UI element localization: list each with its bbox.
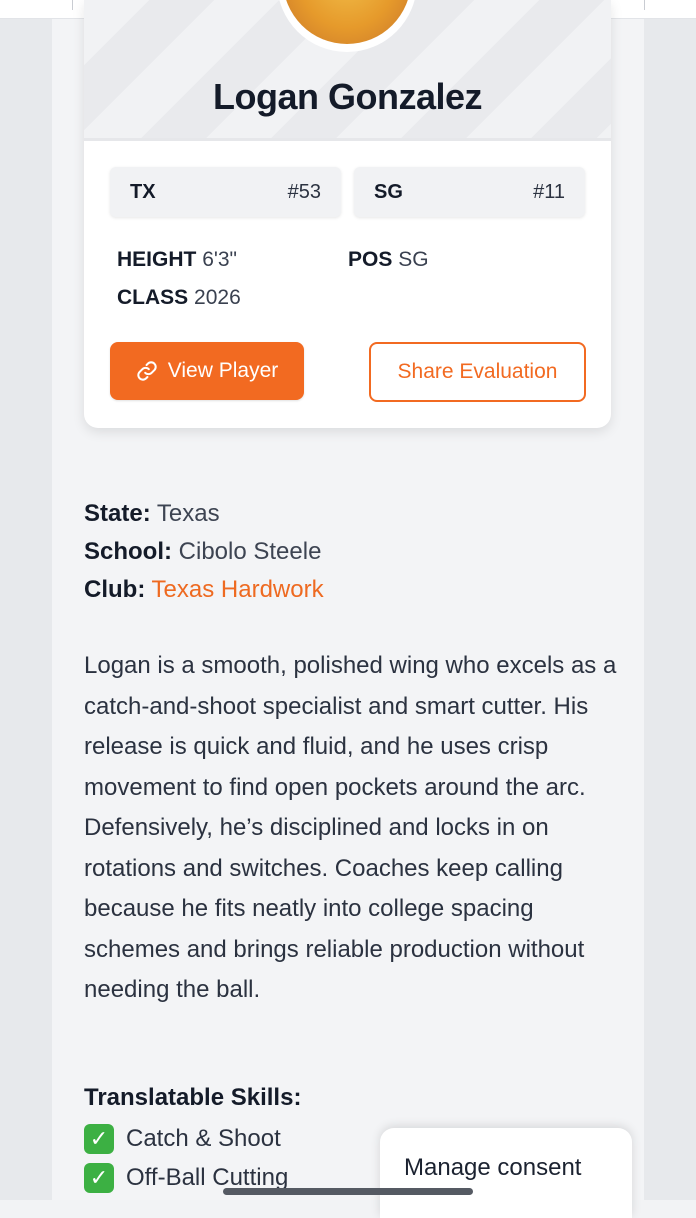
position-rank-value: #11 [533, 181, 565, 203]
skill-label: Catch & Shoot [126, 1125, 281, 1152]
check-mark-icon: ✓ [84, 1163, 114, 1193]
class-stat: CLASS 2026 [117, 286, 241, 310]
player-card-header: Logan Gonzalez [84, 0, 611, 141]
height-label: HEIGHT [117, 248, 197, 271]
height-value: 6'3" [202, 248, 238, 271]
player-bio: Logan is a smooth, polished wing who exc… [84, 652, 617, 1003]
class-value: 2026 [194, 286, 241, 309]
position-rank-tag: SG #11 [354, 167, 585, 217]
player-name: Logan Gonzalez [212, 76, 483, 117]
home-indicator [223, 1188, 473, 1195]
skills-title: Translatable Skills: [84, 1084, 302, 1111]
school-value: Cibolo Steele [178, 538, 322, 565]
share-evaluation-button[interactable]: Share Evaluation [369, 342, 586, 402]
club-info: Club: Texas Hardwork [84, 576, 324, 604]
player-avatar [277, 0, 417, 52]
link-icon [137, 361, 157, 381]
skill-item: ✓ Catch & Shoot [84, 1124, 281, 1154]
state-info: State: Texas [84, 500, 220, 528]
left-gutter [0, 0, 52, 1200]
player-photo [283, 0, 411, 44]
state-tag-label: TX [130, 181, 156, 203]
view-player-button[interactable]: View Player [110, 342, 304, 400]
class-label: CLASS [117, 286, 189, 309]
state-value: Texas [156, 500, 220, 527]
share-evaluation-label: Share Evaluation [397, 360, 558, 383]
state-rank-value: #53 [287, 181, 321, 203]
state-label: State: [84, 500, 151, 527]
top-bar-divider [72, 0, 73, 10]
player-card: Logan Gonzalez TX #53 SG #11 HEIGHT 6'3"… [84, 0, 611, 428]
top-bar-divider [644, 0, 645, 10]
position-value: SG [398, 248, 429, 271]
manage-consent-button[interactable]: Manage consent [380, 1128, 632, 1218]
position-stat: POS SG [348, 248, 429, 272]
school-label: School: [84, 538, 172, 565]
right-gutter [644, 0, 696, 1200]
view-player-label: View Player [167, 359, 279, 382]
manage-consent-label: Manage consent [404, 1154, 582, 1181]
club-link[interactable]: Texas Hardwork [152, 576, 324, 603]
state-rank-tag: TX #53 [110, 167, 341, 217]
check-mark-icon: ✓ [84, 1124, 114, 1154]
club-label: Club: [84, 576, 146, 603]
position-tag-label: SG [374, 181, 403, 203]
position-label: POS [348, 248, 393, 271]
school-info: School: Cibolo Steele [84, 538, 321, 566]
height-stat: HEIGHT 6'3" [117, 248, 237, 272]
